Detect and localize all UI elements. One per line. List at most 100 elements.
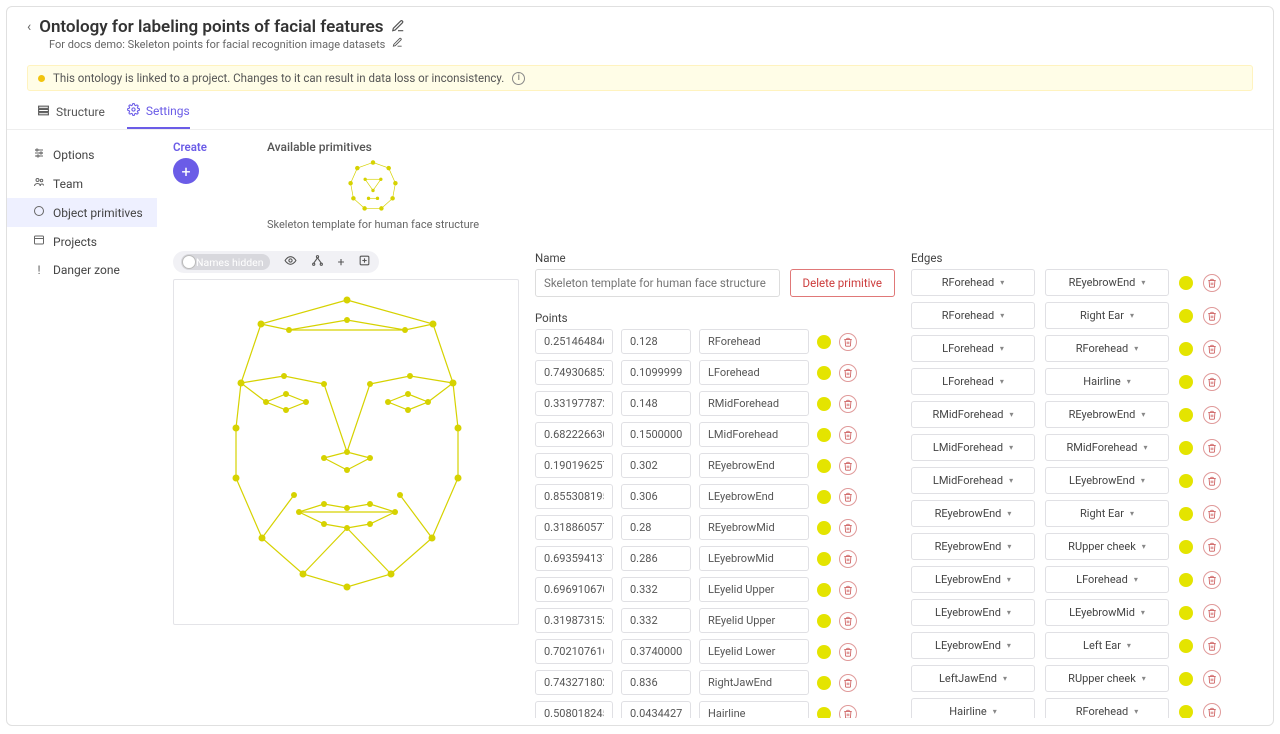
edge-from-select[interactable]: REyebrowEnd▾ — [911, 533, 1035, 560]
sidebar-item-options[interactable]: Options — [7, 140, 157, 169]
skeleton-canvas[interactable] — [173, 279, 519, 625]
sidebar-item-danger-zone[interactable]: ! Danger zone — [7, 256, 157, 284]
delete-edge-button[interactable] — [1203, 571, 1221, 589]
point-name-input[interactable] — [699, 608, 809, 633]
point-y-input[interactable] — [621, 670, 691, 695]
edge-color-swatch[interactable] — [1179, 441, 1193, 455]
point-y-input[interactable] — [621, 639, 691, 664]
point-color-swatch[interactable] — [817, 397, 831, 411]
edge-from-select[interactable]: RForehead▾ — [911, 302, 1035, 329]
edge-color-swatch[interactable] — [1179, 276, 1193, 290]
point-color-swatch[interactable] — [817, 459, 831, 473]
edge-from-select[interactable]: LForehead▾ — [911, 335, 1035, 362]
add-point-icon[interactable]: + — [338, 255, 345, 269]
delete-edge-button[interactable] — [1203, 472, 1221, 490]
edge-color-swatch[interactable] — [1179, 639, 1193, 653]
point-name-input[interactable] — [699, 422, 809, 447]
point-name-input[interactable] — [699, 453, 809, 478]
visibility-icon[interactable] — [284, 254, 297, 270]
point-x-input[interactable] — [535, 360, 613, 385]
point-y-input[interactable] — [621, 577, 691, 602]
edge-from-select[interactable]: LeftJawEnd▾ — [911, 665, 1035, 692]
point-x-input[interactable] — [535, 453, 613, 478]
edge-from-select[interactable]: LMidForehead▾ — [911, 467, 1035, 494]
point-name-input[interactable] — [699, 391, 809, 416]
point-x-input[interactable] — [535, 670, 613, 695]
point-y-input[interactable] — [621, 329, 691, 354]
point-x-input[interactable] — [535, 391, 613, 416]
delete-edge-button[interactable] — [1203, 670, 1221, 688]
delete-edge-button[interactable] — [1203, 307, 1221, 325]
edge-to-select[interactable]: REyebrowEnd▾ — [1045, 269, 1169, 296]
edge-color-swatch[interactable] — [1179, 474, 1193, 488]
edit-title-icon[interactable] — [391, 19, 405, 36]
edge-to-select[interactable]: Hairline▾ — [1045, 368, 1169, 395]
delete-edge-button[interactable] — [1203, 604, 1221, 622]
edge-color-swatch[interactable] — [1179, 507, 1193, 521]
edge-color-swatch[interactable] — [1179, 309, 1193, 323]
point-y-input[interactable] — [621, 360, 691, 385]
edge-to-select[interactable]: Right Ear▾ — [1045, 302, 1169, 329]
delete-point-button[interactable] — [839, 364, 857, 382]
delete-point-button[interactable] — [839, 395, 857, 413]
delete-edge-button[interactable] — [1203, 538, 1221, 556]
point-name-input[interactable] — [699, 577, 809, 602]
edge-color-swatch[interactable] — [1179, 375, 1193, 389]
point-y-input[interactable] — [621, 608, 691, 633]
edge-to-select[interactable]: REyebrowEnd▾ — [1045, 401, 1169, 428]
point-name-input[interactable] — [699, 670, 809, 695]
edge-from-select[interactable]: LEyebrowEnd▾ — [911, 632, 1035, 659]
delete-point-button[interactable] — [839, 333, 857, 351]
point-x-input[interactable] — [535, 329, 613, 354]
tab-structure[interactable]: Structure — [37, 103, 105, 129]
point-y-input[interactable] — [621, 701, 691, 718]
delete-edge-button[interactable] — [1203, 703, 1221, 719]
edge-from-select[interactable]: LEyebrowEnd▾ — [911, 566, 1035, 593]
point-color-swatch[interactable] — [817, 707, 831, 719]
edge-color-swatch[interactable] — [1179, 606, 1193, 620]
edge-to-select[interactable]: Left Ear▾ — [1045, 632, 1169, 659]
point-name-input[interactable] — [699, 546, 809, 571]
back-button[interactable]: ‹ — [27, 19, 31, 35]
edge-to-select[interactable]: RForehead▾ — [1045, 698, 1169, 718]
sidebar-item-team[interactable]: Team — [7, 169, 157, 198]
tab-settings[interactable]: Settings — [127, 103, 190, 129]
delete-edge-button[interactable] — [1203, 373, 1221, 391]
point-x-input[interactable] — [535, 422, 613, 447]
delete-edge-button[interactable] — [1203, 340, 1221, 358]
point-name-input[interactable] — [699, 360, 809, 385]
primitive-card[interactable]: Skeleton template for human face structu… — [267, 158, 479, 231]
point-name-input[interactable] — [699, 484, 809, 509]
edge-color-swatch[interactable] — [1179, 342, 1193, 356]
edge-color-swatch[interactable] — [1179, 573, 1193, 587]
edge-color-swatch[interactable] — [1179, 540, 1193, 554]
edge-from-select[interactable]: LMidForehead▾ — [911, 434, 1035, 461]
sidebar-item-projects[interactable]: Projects — [7, 227, 157, 256]
skeleton-tree-icon[interactable] — [311, 254, 324, 270]
names-hidden-toggle[interactable]: Names hidden — [181, 254, 270, 270]
edge-from-select[interactable]: RMidForehead▾ — [911, 401, 1035, 428]
point-name-input[interactable] — [699, 329, 809, 354]
point-y-input[interactable] — [621, 515, 691, 540]
point-color-swatch[interactable] — [817, 490, 831, 504]
point-name-input[interactable] — [699, 701, 809, 718]
edge-to-select[interactable]: RUpper cheek▾ — [1045, 533, 1169, 560]
delete-point-button[interactable] — [839, 705, 857, 719]
edit-subtitle-icon[interactable] — [392, 38, 403, 51]
edge-from-select[interactable]: RForehead▾ — [911, 269, 1035, 296]
point-x-input[interactable] — [535, 608, 613, 633]
point-color-swatch[interactable] — [817, 428, 831, 442]
delete-edge-button[interactable] — [1203, 637, 1221, 655]
edge-to-select[interactable]: RForehead▾ — [1045, 335, 1169, 362]
delete-point-button[interactable] — [839, 488, 857, 506]
edge-to-select[interactable]: RMidForehead▾ — [1045, 434, 1169, 461]
delete-point-button[interactable] — [839, 550, 857, 568]
delete-point-button[interactable] — [839, 519, 857, 537]
primitive-name-input[interactable] — [535, 269, 780, 297]
point-x-input[interactable] — [535, 546, 613, 571]
edge-from-select[interactable]: Hairline▾ — [911, 698, 1035, 718]
edge-from-select[interactable]: LEyebrowEnd▾ — [911, 599, 1035, 626]
point-color-swatch[interactable] — [817, 614, 831, 628]
point-x-input[interactable] — [535, 701, 613, 718]
delete-point-button[interactable] — [839, 581, 857, 599]
